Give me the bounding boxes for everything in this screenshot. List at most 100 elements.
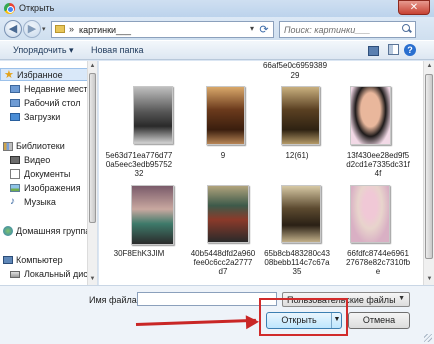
computer-icon [3,256,13,264]
address-dropdown[interactable]: ▾ [250,24,254,33]
file-thumbnail [281,185,321,243]
change-view-icon[interactable] [365,44,383,57]
file-name: 66fdfc8744e6961 [347,249,409,258]
file-thumbnail [350,185,390,243]
file-thumbnail [131,185,174,245]
file-name: 29 [290,71,300,80]
nav-item-documents[interactable]: Документы [0,168,96,181]
file-name: 40b5448dfd2a960 [190,249,256,258]
disk-icon [10,271,20,278]
search-input[interactable]: Поиск: картинки___ [279,21,416,38]
library-icon [3,142,13,151]
images-icon [10,184,20,192]
nav-item-label: Изображения [24,183,81,193]
nav-item-homegroup[interactable]: Домашняя группа [0,225,96,238]
recent-locations-dropdown[interactable]: ▾ [42,25,50,33]
nav-item-downloads[interactable]: Загрузки [0,111,96,124]
folder-icon [55,25,65,33]
filename-label: Имя файла: [89,295,140,305]
nav-item-label: Недавние места [24,84,93,94]
nav-item-favorites[interactable]: ★ Избранное [0,68,96,81]
file-name: 35 [292,267,302,276]
search-icon[interactable] [400,23,413,36]
nav-item-desktop[interactable]: Рабочий стол [0,97,96,110]
title-bar: Открыть ✕ [0,0,434,17]
address-row: ◀ ▶ ▾ » картинки___ ▾ ⟳ Поиск: картинки_… [0,17,434,40]
file-name: d2cd1e7335dc31f [346,160,410,169]
nav-item-label: Загрузки [24,112,61,122]
nav-scrollbar[interactable]: ▲ ▼ [87,61,97,285]
downloads-icon [10,113,20,121]
close-button[interactable]: ✕ [398,0,430,15]
file-name: 32 [134,169,144,178]
annotation-highlight-box [259,298,348,336]
scroll-up-arrow-icon[interactable]: ▲ [89,62,96,70]
nav-item-label: Рабочий стол [24,98,81,108]
nav-item-label: Домашняя группа [16,226,91,236]
nav-item-label: Библиотеки [16,141,65,151]
new-folder-button[interactable]: Новая папка [91,45,143,55]
desktop-icon [10,99,20,107]
nav-item-label: Локальный диск [24,269,92,279]
nav-item-libraries[interactable]: Библиотеки [0,140,96,153]
file-thumbnail [207,185,249,243]
file-thumbnail [206,86,245,145]
scroll-down-arrow-icon[interactable]: ▼ [426,275,433,283]
nav-item-label: Музыка [24,197,56,207]
nav-item-label: Избранное [17,70,63,80]
command-toolbar: Упорядочить ▾ Новая папка ? [0,40,434,60]
file-list-scroll-thumb[interactable] [425,74,433,259]
window-title: Открыть [19,3,55,13]
file-name: e [375,267,381,276]
file-name: 0a5eec3edb95752 [105,160,173,169]
file-name: 4f [374,169,382,178]
search-placeholder: Поиск: картинки___ [284,25,371,35]
file-thumbnail [133,86,173,144]
back-button[interactable]: ◀ [4,20,22,38]
file-name: 13f430ee28ed9f5 [346,151,410,160]
recent-places-icon [10,85,20,93]
nav-item-local-disk[interactable]: Локальный диск [0,268,96,281]
star-icon: ★ [4,69,14,81]
file-name: fee0c6cc2a2777 [193,258,253,267]
nav-item-computer[interactable]: Компьютер [0,254,96,267]
forward-button[interactable]: ▶ [23,20,41,38]
resize-grip[interactable] [424,334,432,342]
file-thumbnail [350,86,391,145]
file-list: 66af5e0c6959389 29 5e63d71ea776d77 0a5ee… [99,61,423,285]
refresh-icon[interactable]: ⟳ [257,23,271,36]
navigation-pane: ★ Избранное Недавние места Рабочий стол … [0,61,98,285]
scroll-down-arrow-icon[interactable]: ▼ [89,275,96,283]
nav-item-music[interactable]: ♪ Музыка [0,196,96,209]
preview-pane-icon[interactable] [388,44,399,55]
nav-item-images[interactable]: Изображения [0,182,96,195]
file-name: 9 [220,151,226,160]
file-name: 65b8cb483280c43 [264,249,330,258]
nav-item-recent-places[interactable]: Недавние места [0,83,96,96]
file-name: 12(61) [285,151,309,160]
video-icon [10,156,20,164]
nav-item-video[interactable]: Видео [0,154,96,167]
file-list-scrollbar[interactable]: ▲ ▼ [423,61,434,285]
address-bar[interactable]: » картинки___ ▾ ⟳ [51,21,274,38]
nav-item-label: Видео [24,155,51,165]
documents-icon [10,169,20,179]
file-name: 08bebb114c7c67a [264,258,330,267]
file-name: 5e63d71ea776d77 [105,151,173,160]
file-name: 30F8EhK3JIM [113,249,165,258]
nav-item-label: Компьютер [16,255,63,265]
help-icon[interactable]: ? [404,44,416,56]
filename-input[interactable] [137,292,277,306]
nav-scroll-thumb[interactable] [89,73,96,223]
breadcrumb-path[interactable]: картинки___ [79,25,131,35]
scroll-up-arrow-icon[interactable]: ▲ [426,62,433,70]
file-thumbnail [281,86,320,145]
breadcrumb-chevron[interactable]: » [69,24,74,34]
homegroup-icon [3,226,13,236]
organize-button[interactable]: Упорядочить ▾ [13,45,74,56]
chevron-down-icon: ▼ [398,295,405,302]
file-name: d7 [218,267,228,276]
music-icon: ♪ [10,196,15,207]
nav-item-label: Документы [24,169,71,179]
cancel-button[interactable]: Отмена [348,312,410,329]
